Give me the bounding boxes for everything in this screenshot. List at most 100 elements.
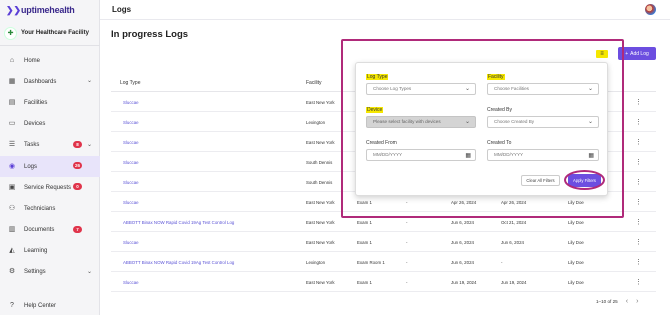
- table-cell: Jun 6, 2024: [451, 220, 474, 225]
- table-cell: Jun 19, 2024: [451, 280, 477, 285]
- count-badge: 0: [73, 183, 82, 191]
- sidebar-item-documents[interactable]: ▥ Documents 7: [0, 220, 100, 241]
- more-options-icon[interactable]: ⋮: [635, 158, 642, 166]
- created-to-input[interactable]: MM/DD/YYYY ▦: [487, 149, 599, 161]
- facility-avatar: ✚: [4, 26, 17, 40]
- sidebar-item-service-requests[interactable]: ▣ Service Requests 0: [0, 177, 100, 198]
- service-icon: ▣: [8, 183, 16, 191]
- log-type-link[interactable]: ABBOTT Binax NOW Rapid Covid 19Ag Test C…: [123, 260, 234, 265]
- sidebar-item-label: Documents: [24, 227, 55, 234]
- table-cell: Jun 6, 2024: [451, 260, 474, 265]
- help-icon: ?: [10, 302, 14, 309]
- calendar-icon[interactable]: ▦: [588, 151, 594, 161]
- calendar-icon[interactable]: ▦: [465, 151, 471, 161]
- sidebar-item-technicians[interactable]: ⚇ Technicians: [0, 198, 100, 219]
- device-label: Device: [366, 107, 384, 113]
- table-cell: Jun 6, 2024: [501, 240, 524, 245]
- column-header-facility[interactable]: Facility: [306, 80, 322, 86]
- sidebar-item-settings[interactable]: ⚙ Settings ⌄: [0, 262, 100, 283]
- column-header-log-type[interactable]: Log Type: [120, 80, 140, 86]
- sidebar-item-facilities[interactable]: ▤ Facilities: [0, 92, 100, 113]
- table-cell: Jun 19, 2024: [501, 280, 527, 285]
- more-options-icon[interactable]: ⋮: [635, 98, 642, 106]
- document-icon: ▥: [8, 226, 16, 234]
- page-label: Logs: [112, 5, 132, 14]
- count-badge: 7: [73, 225, 82, 233]
- user-avatar[interactable]: [645, 4, 656, 15]
- clear-filters-button[interactable]: Clear All Filters: [521, 175, 560, 186]
- facility-cell: South Dennis: [306, 160, 333, 165]
- sidebar-item-logs[interactable]: ◉ Logs 26: [0, 155, 100, 178]
- log-type-link[interactable]: Sluccae: [123, 280, 139, 285]
- tasks-icon: ☰: [8, 141, 16, 149]
- chevron-down-icon[interactable]: ⌄: [87, 77, 92, 84]
- sidebar-item-label: Home: [24, 57, 41, 64]
- sidebar-item-label: Technicians: [24, 205, 56, 212]
- help-center-label: Help Center: [24, 303, 57, 309]
- facility-select[interactable]: Choose Facilities ⌄: [487, 83, 599, 95]
- log-type-link[interactable]: Sluccae: [123, 240, 139, 245]
- sidebar-item-label: Service Requests: [24, 184, 72, 191]
- sidebar-item-label: Settings: [24, 269, 46, 276]
- more-options-icon[interactable]: ⋮: [635, 238, 642, 246]
- log-type-link[interactable]: Sluccae: [123, 100, 139, 105]
- table-cell: Lily Doe: [568, 220, 584, 225]
- more-options-icon[interactable]: ⋮: [635, 178, 642, 186]
- log-type-link[interactable]: Sluccae: [123, 140, 139, 145]
- table-cell: -: [406, 220, 408, 225]
- chevron-down-icon: ⌄: [587, 86, 593, 92]
- sidebar-item-label: Tasks: [24, 142, 40, 149]
- chevron-down-icon[interactable]: ⌄: [87, 268, 92, 275]
- chevron-down-icon: ⌄: [464, 119, 470, 125]
- brand-logo[interactable]: ❯❯ uptimehealth: [6, 5, 75, 15]
- more-options-icon[interactable]: ⋮: [635, 138, 642, 146]
- more-options-icon[interactable]: ⋮: [635, 118, 642, 126]
- table-row[interactable]: Sluccae East New York Exam 1 - Jun 19, 2024 J…: [111, 272, 656, 292]
- table-cell: Exam 1: [357, 240, 372, 245]
- more-options-icon[interactable]: ⋮: [635, 278, 642, 286]
- log-type-select[interactable]: Choose Log Types ⌄: [366, 83, 476, 95]
- more-options-icon[interactable]: ⋮: [635, 258, 642, 266]
- created-from-input[interactable]: MM/DD/YYYY ▦: [366, 149, 476, 161]
- help-center-link[interactable]: ? Help Center: [8, 302, 56, 310]
- sidebar-item-label: Logs: [24, 163, 38, 170]
- created-by-select[interactable]: Choose Created By ⌄: [487, 116, 599, 128]
- sidebar: ❯❯ uptimehealth ✚ Your Healthcare Facili…: [0, 0, 100, 315]
- more-options-icon[interactable]: ⋮: [635, 218, 642, 226]
- table-row[interactable]: ABBOTT Binax NOW Rapid Covid 19Ag Test C…: [111, 252, 656, 272]
- dashboard-icon: ▦: [8, 77, 16, 85]
- chevron-down-icon[interactable]: ⌄: [87, 141, 92, 148]
- log-type-link[interactable]: Sluccae: [123, 200, 139, 205]
- sidebar-item-home[interactable]: ⌂ Home: [0, 50, 100, 71]
- facility-cell: South Dennis: [306, 180, 333, 185]
- filter-panel: Log Type Choose Log Types ⌄ Facility Cho…: [355, 62, 608, 196]
- sidebar-item-devices[interactable]: ▭ Devices: [0, 114, 100, 135]
- log-type-link[interactable]: ABBOTT Binax NOW Rapid Covid 19Ag Test C…: [123, 220, 234, 225]
- facility-label: Facility: [487, 74, 505, 80]
- count-badge: 8: [73, 140, 82, 148]
- people-icon: ⚇: [8, 204, 16, 212]
- table-row[interactable]: Sluccae East New York Exam 1 - Jun 6, 2024 Ju…: [111, 232, 656, 252]
- pagination: 1–10 of 25 ‹ ›: [596, 298, 638, 305]
- sidebar-item-dashboards[interactable]: ▦ Dashboards ⌄: [0, 71, 100, 92]
- page-title: In progress Logs: [111, 29, 189, 40]
- table-cell: Exam 1: [357, 220, 372, 225]
- sidebar-item-label: Learning: [24, 248, 48, 255]
- table-cell: -: [501, 260, 503, 265]
- more-options-icon[interactable]: ⋮: [635, 198, 642, 206]
- next-page-icon[interactable]: ›: [636, 298, 638, 305]
- sidebar-item-tasks[interactable]: ☰ Tasks 8 ⌄: [0, 135, 100, 156]
- prev-page-icon[interactable]: ‹: [626, 298, 628, 305]
- log-type-link[interactable]: Sluccae: [123, 120, 139, 125]
- top-bar: Logs: [100, 0, 670, 20]
- sidebar-item-learning[interactable]: ◭ Learning: [0, 241, 100, 262]
- log-type-link[interactable]: Sluccae: [123, 160, 139, 165]
- logs-icon: ◉: [8, 162, 16, 170]
- device-select[interactable]: Please select facility with devices ⌄: [366, 116, 476, 128]
- sidebar-item-label: Facilities: [24, 99, 48, 106]
- facility-switcher[interactable]: ✚ Your Healthcare Facility: [4, 24, 96, 42]
- facility-cell: East New York: [306, 240, 335, 245]
- chevron-down-icon: ⌄: [587, 119, 593, 125]
- log-type-link[interactable]: Sluccae: [123, 180, 139, 185]
- created-to-label: Created To: [487, 140, 512, 146]
